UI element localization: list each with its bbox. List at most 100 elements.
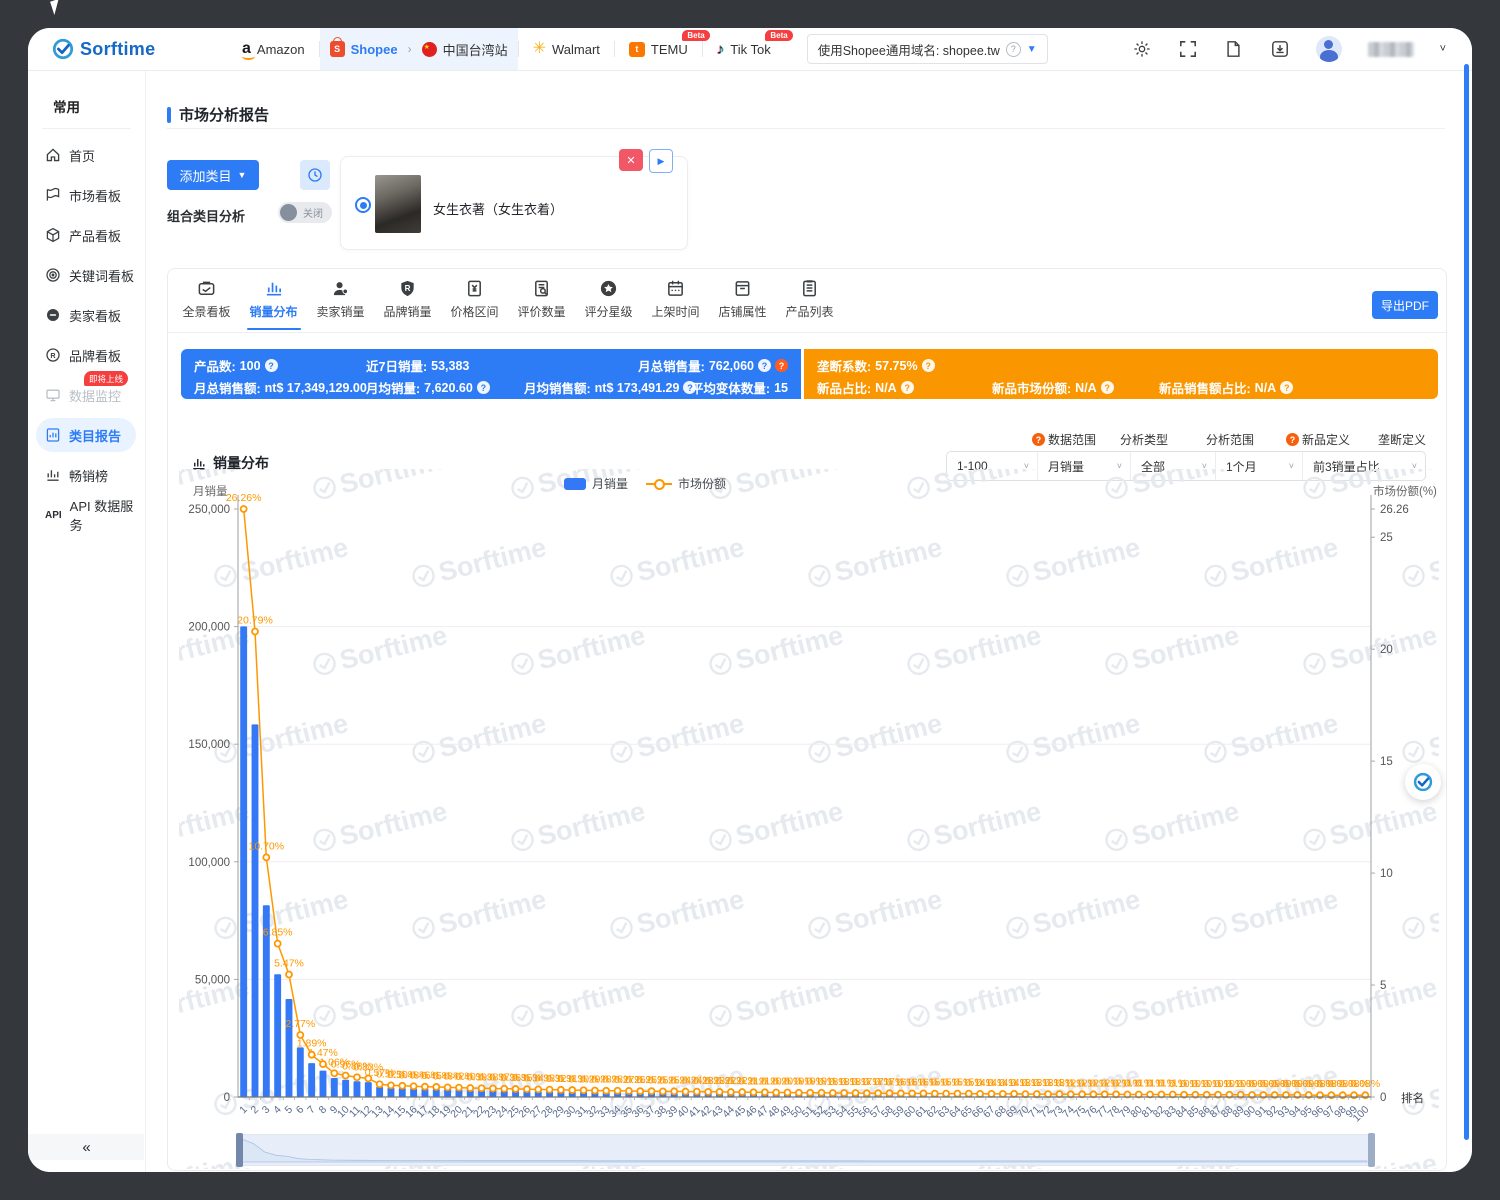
tab-product-list[interactable]: 产品列表 (776, 279, 843, 330)
tab-star-rating[interactable]: 评分星级 (575, 279, 642, 330)
svg-text:Sorftime: Sorftime (1030, 708, 1144, 764)
bar-chart-icon (264, 279, 283, 298)
app-window: Sorftime a Amazon S Shopee › ★ 中国台湾站 (28, 28, 1472, 1172)
sorftime-floating-button[interactable] (1405, 764, 1441, 800)
combo-analysis-toggle[interactable]: 关闭 (278, 202, 332, 223)
tab-price-range[interactable]: 价格区间 (441, 279, 508, 330)
list-icon (800, 279, 819, 298)
marketplace-temu[interactable]: t TEMU Beta (615, 28, 702, 70)
help-icon[interactable]: ? (1280, 381, 1293, 394)
chart-legend: 月销量 市场份额 (564, 475, 726, 492)
svg-text:Sorftime: Sorftime (337, 796, 451, 852)
coming-soon-badge: 即将上线 (84, 371, 128, 386)
marketplace-amazon[interactable]: a Amazon (228, 28, 319, 70)
svg-text:10.70%: 10.70% (249, 840, 285, 852)
sidebar-item-product-board[interactable]: 产品看板 (28, 215, 145, 255)
star-icon (599, 279, 618, 298)
domain-select[interactable]: 使用Shopee通用域名: shopee.tw ? ▼ (807, 34, 1048, 64)
legend-monthly-sales[interactable]: 月销量 (564, 475, 628, 492)
sidebar: 常用 首页 市场看板 产品看板 关键词看板 卖家看板 R 品牌看板 数 (28, 70, 146, 1172)
username-blurred[interactable] (1368, 42, 1414, 57)
sidebar-item-bestseller-rank[interactable]: 畅销榜 (28, 455, 145, 495)
tab-listing-time[interactable]: 上架时间 (642, 279, 709, 330)
svg-text:Sorftime: Sorftime (931, 972, 1045, 1028)
tab-sales-distribution[interactable]: 销量分布 (240, 279, 307, 330)
svg-text:Sorftime: Sorftime (535, 972, 649, 1028)
svg-text:Sorftime: Sorftime (634, 708, 748, 764)
svg-text:Sorftime: Sorftime (1129, 796, 1243, 852)
sorftime-logo[interactable]: Sorftime (52, 38, 192, 60)
home-icon (45, 147, 61, 163)
amazon-icon: a (242, 41, 251, 57)
help-icon[interactable]: ? (683, 381, 696, 394)
help-icon[interactable]: ? (901, 381, 914, 394)
export-pdf-button[interactable]: 导出PDF (1372, 291, 1438, 319)
hint-icon[interactable]: ? (1032, 433, 1045, 446)
tab-shop-attributes[interactable]: 店铺属性 (709, 279, 776, 330)
settings-gear-icon[interactable] (1132, 39, 1152, 59)
help-icon[interactable]: ? (922, 359, 935, 372)
marketplace-shopee[interactable]: S Shopee (320, 28, 408, 70)
marketplace-region-taiwan[interactable]: ★ 中国台湾站 (412, 28, 518, 70)
sidebar-item-home[interactable]: 首页 (28, 135, 145, 175)
svg-text:Sorftime: Sorftime (535, 796, 649, 852)
chevron-down-icon[interactable]: ˅ (1440, 43, 1446, 55)
x-axis-labels: 1234567891011121314151617181920212223242… (237, 1097, 1371, 1125)
help-icon[interactable]: ? (758, 359, 771, 372)
shopee-icon: S (330, 41, 345, 57)
marketplace-walmart[interactable]: ✳ Walmart (519, 28, 614, 70)
sidebar-item-keyword-board[interactable]: 关键词看板 (28, 255, 145, 295)
hint-icon[interactable]: ? (1286, 433, 1299, 446)
sidebar-item-api-service[interactable]: API API 数据服务 (28, 495, 145, 535)
alert-help-icon[interactable]: ? (775, 359, 788, 372)
svg-text:Sorftime: Sorftime (1228, 532, 1342, 588)
svg-text:26.26%: 26.26% (226, 492, 262, 504)
svg-text:排名: 排名 (1401, 1091, 1424, 1105)
help-icon[interactable]: ? (477, 381, 490, 394)
svg-text:Sorftime: Sorftime (1030, 884, 1144, 940)
sidebar-collapse-button[interactable]: « (28, 1134, 144, 1160)
marketplace-shopee-group: S Shopee › ★ 中国台湾站 (320, 28, 518, 70)
datazoom-left-handle[interactable] (236, 1133, 243, 1167)
help-icon[interactable]: ? (265, 359, 278, 372)
svg-text:Sorftime: Sorftime (931, 796, 1045, 852)
tab-overview[interactable]: 全景看板 (173, 279, 240, 330)
marketplace-tiktok[interactable]: ♪ Tik Tok Beta (703, 28, 785, 70)
datazoom-right-handle[interactable] (1368, 1133, 1375, 1167)
sidebar-item-market-board[interactable]: 市场看板 (28, 175, 145, 215)
tab-review-count[interactable]: 评价数量 (508, 279, 575, 330)
expand-category-button[interactable]: ▶ (649, 149, 673, 173)
help-icon[interactable]: ? (1101, 381, 1114, 394)
sidebar-item-data-monitor[interactable]: 数据监控 即将上线 (28, 375, 145, 415)
stat-monthly-total-revenue: 月总销售额: nt$ 17,349,129.00 (194, 378, 367, 397)
svg-text:Sorftime: Sorftime (832, 884, 946, 940)
chevron-down-icon: ▼ (1027, 44, 1037, 55)
sidebar-item-category-report[interactable]: 类目报告 (28, 415, 145, 455)
page-scrollbar[interactable] (1464, 64, 1469, 1140)
remove-category-button[interactable]: ✕ (619, 149, 643, 171)
filter-labels: ?数据范围 分析类型 分析范围 ?新品定义 垄断定义 (1032, 431, 1426, 448)
svg-text:0: 0 (1380, 1092, 1386, 1104)
history-clock-button[interactable] (300, 160, 330, 190)
user-avatar[interactable] (1316, 36, 1342, 62)
sales-distribution-chart: Sorftime Sorftime Sorftime Sorftime Sorftime… (179, 469, 1439, 1169)
market-board-icon (45, 187, 61, 203)
file-icon[interactable] (1224, 39, 1244, 59)
svg-text:20: 20 (1380, 644, 1393, 656)
svg-text:Sorftime: Sorftime (436, 532, 550, 588)
add-category-button[interactable]: 添加类目▼ (167, 160, 259, 190)
datazoom-slider[interactable] (238, 1134, 1373, 1166)
legend-market-share[interactable]: 市场份额 (646, 475, 726, 492)
sidebar-item-seller-board[interactable]: 卖家看板 (28, 295, 145, 335)
sidebar-item-brand-board[interactable]: R 品牌看板 (28, 335, 145, 375)
filter-label-monopoly-def: 垄断定义 (1378, 431, 1426, 448)
fullscreen-icon[interactable] (1178, 39, 1198, 59)
filter-label-analysis-type: 分析类型 (1120, 431, 1206, 448)
tab-seller-sales[interactable]: 卖家销量 (307, 279, 374, 330)
download-icon[interactable] (1270, 39, 1290, 59)
logo-text: Sorftime (80, 39, 155, 60)
tab-brand-sales[interactable]: R 品牌销量 (374, 279, 441, 330)
category-radio[interactable] (355, 197, 371, 213)
monitor-icon (45, 387, 61, 403)
svg-text:Sorftime: Sorftime (1327, 796, 1439, 852)
